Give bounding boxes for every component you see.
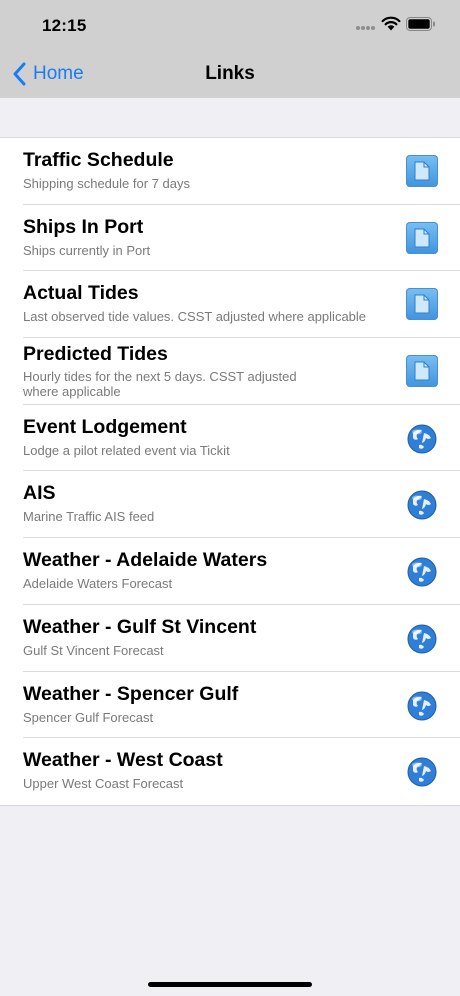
- list-item-weather-spencer-gulf[interactable]: Weather - Spencer Gulf Spencer Gulf Fore…: [0, 672, 460, 739]
- globe-icon: [407, 691, 437, 720]
- item-subtitle: Ships currently in Port: [23, 242, 151, 258]
- globe-icon: [407, 557, 437, 587]
- item-title: Traffic Schedule: [23, 149, 174, 171]
- wifi-icon: [381, 16, 401, 31]
- item-title: Weather - Spencer Gulf: [23, 682, 239, 705]
- item-subtitle: Marine Traffic AIS feed: [23, 509, 155, 525]
- battery-icon: [406, 17, 435, 31]
- item-subtitle: Shipping schedule for 7 days: [23, 176, 190, 191]
- globe-icon: [407, 424, 437, 454]
- document-icon: [406, 155, 438, 187]
- item-subtitle: Spencer Gulf Forecast: [23, 709, 154, 725]
- list-item-traffic-schedule[interactable]: Traffic Schedule Shipping schedule for 7…: [0, 138, 460, 205]
- list-item-weather-adelaide-waters[interactable]: Weather - Adelaide Waters Adelaide Water…: [0, 538, 460, 605]
- item-subtitle: Lodge a pilot related event via Tickit: [23, 442, 230, 458]
- item-subtitle: Hourly tides for the next 5 days. CSST a…: [23, 369, 297, 400]
- item-title: Predicted Tides: [23, 343, 168, 366]
- list-item-ais[interactable]: AIS Marine Traffic AIS feed: [0, 471, 460, 538]
- item-title: Event Lodgement: [23, 415, 187, 438]
- item-subtitle: Upper West Coast Forecast: [23, 776, 184, 792]
- item-title: Weather - Adelaide Waters: [23, 549, 268, 572]
- list-item-ships-in-port[interactable]: Ships In Port Ships currently in Port: [0, 205, 460, 272]
- status-bar: 12:15: [0, 0, 460, 50]
- navigation-bar: Home Links: [0, 50, 460, 98]
- page-title: Links: [205, 63, 255, 84]
- list-item-event-lodgement[interactable]: Event Lodgement Lodge a pilot related ev…: [0, 405, 460, 472]
- item-subtitle: Last observed tide values. CSST adjusted…: [23, 309, 367, 325]
- item-title: AIS: [23, 482, 56, 505]
- cellular-signal-icon: [356, 26, 376, 32]
- item-subtitle: Adelaide Waters Forecast: [23, 576, 173, 592]
- status-time: 12:15: [42, 16, 87, 35]
- list-item-weather-gulf-st-vincent[interactable]: Weather - Gulf St Vincent Gulf St Vincen…: [0, 605, 460, 672]
- list-item-actual-tides[interactable]: Actual Tides Last observed tide values. …: [0, 271, 460, 338]
- links-list: Traffic Schedule Shipping schedule for 7…: [0, 137, 460, 806]
- item-subtitle: Gulf St Vincent Forecast: [23, 642, 164, 658]
- item-title: Actual Tides: [23, 282, 139, 305]
- document-icon: [406, 288, 438, 321]
- globe-icon: [407, 757, 437, 787]
- item-title: Ships In Port: [23, 215, 144, 238]
- list-item-predicted-tides[interactable]: Predicted Tides Hourly tides for the nex…: [0, 338, 460, 405]
- document-icon: [406, 355, 438, 388]
- home-indicator[interactable]: [148, 982, 312, 987]
- list-item-weather-west-coast[interactable]: Weather - West Coast Upper West Coast Fo…: [0, 738, 460, 805]
- globe-icon: [407, 624, 437, 654]
- item-title: Weather - West Coast: [23, 749, 223, 772]
- globe-icon: [407, 490, 437, 520]
- item-title: Weather - Gulf St Vincent: [23, 615, 257, 638]
- document-icon: [406, 221, 438, 254]
